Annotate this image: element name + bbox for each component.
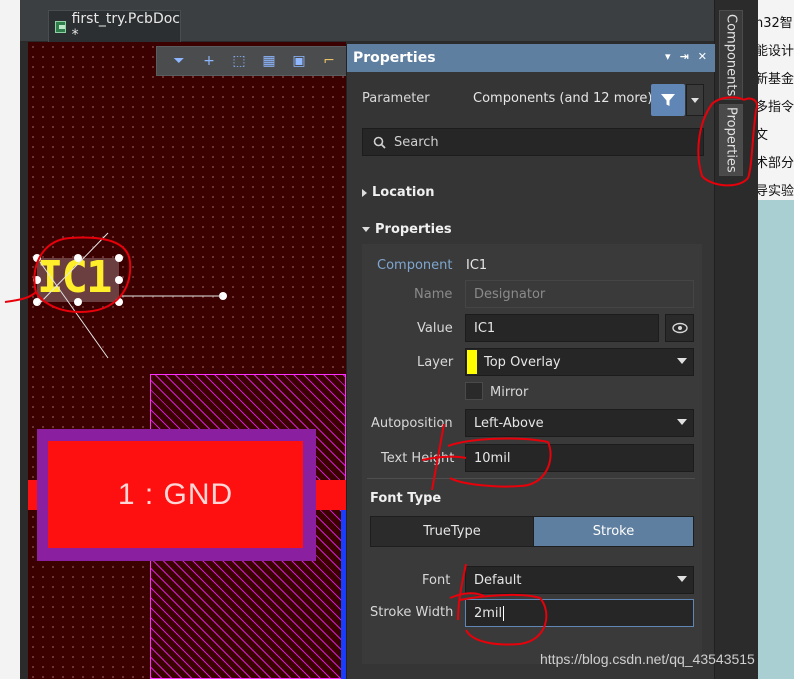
- background-text: n32智: [755, 16, 793, 31]
- text-height-field[interactable]: 10mil: [465, 444, 694, 472]
- document-tab-label: first_try.PcbDoc *: [71, 10, 180, 43]
- selection-handle[interactable]: [33, 276, 41, 284]
- search-input[interactable]: Search: [362, 128, 704, 156]
- component-icon[interactable]: ▣: [289, 51, 309, 71]
- properties-section-header[interactable]: Properties: [362, 222, 452, 237]
- component-label: Component: [377, 258, 453, 273]
- rotation-handle[interactable]: [219, 292, 227, 300]
- side-panel-tabs: Components Properties: [714, 0, 758, 679]
- layer-select[interactable]: Top Overlay: [465, 348, 694, 376]
- value-field[interactable]: IC1: [465, 314, 659, 342]
- background-text: 术部分: [755, 156, 794, 171]
- pad-label: 1 : GND: [117, 477, 234, 511]
- stroke-width-label: Stroke Width: [370, 605, 454, 620]
- expand-icon: [362, 188, 367, 197]
- pcb-document-icon: [55, 20, 66, 33]
- properties-header: Properties ▾ ⇥ ✕: [347, 44, 715, 72]
- autoposition-label: Autoposition: [371, 416, 453, 431]
- filter-dropdown-button[interactable]: [686, 84, 704, 116]
- font-type-stroke-button[interactable]: Stroke: [533, 516, 694, 547]
- canvas-toolbar: ⏷ + ⬚ ▦ ▣ ⌐: [156, 46, 356, 76]
- tab-properties-label: Properties: [723, 107, 739, 173]
- font-type-truetype-button[interactable]: TrueType: [370, 516, 534, 547]
- properties-panel: Properties ▾ ⇥ ✕ Parameter Components (a…: [346, 44, 715, 679]
- component-value: IC1: [466, 258, 488, 273]
- stroke-width-value: 2mil: [474, 605, 503, 621]
- watermark: https://blog.csdn.net/qq_43543515: [540, 651, 755, 667]
- add-icon[interactable]: +: [199, 51, 219, 71]
- selection-handle[interactable]: [74, 298, 82, 306]
- tab-components[interactable]: Components: [719, 10, 743, 100]
- route-icon[interactable]: ⌐: [319, 51, 339, 71]
- autoposition-select[interactable]: Left-Above: [465, 409, 694, 437]
- mirror-checkbox[interactable]: [465, 382, 483, 400]
- search-icon: [373, 136, 386, 149]
- chevron-down-icon: [677, 358, 687, 364]
- font-select-value: Default: [474, 572, 522, 588]
- divider: [367, 478, 695, 479]
- background-text: 导实验: [755, 184, 794, 199]
- selection-handle[interactable]: [33, 298, 41, 306]
- font-select[interactable]: Default: [465, 566, 694, 594]
- filter-button[interactable]: [651, 84, 685, 116]
- parameter-label: Parameter: [362, 91, 430, 106]
- chevron-down-icon: [677, 576, 687, 582]
- mirror-label: Mirror: [490, 385, 529, 400]
- filter-icon: [661, 94, 675, 106]
- selection-handle[interactable]: [115, 276, 123, 284]
- panel-pin-icon[interactable]: ⇥: [680, 50, 689, 63]
- parameter-value[interactable]: Components (and 12 more): [473, 91, 652, 106]
- eye-icon: [671, 322, 688, 334]
- layer-select-value: Top Overlay: [484, 354, 561, 370]
- select-rect-icon[interactable]: ⬚: [229, 51, 249, 71]
- chevron-down-icon: [677, 419, 687, 425]
- text-cursor: [503, 605, 505, 621]
- document-tab[interactable]: first_try.PcbDoc *: [48, 10, 181, 43]
- selection-handle[interactable]: [115, 298, 123, 306]
- background-text: 多指令: [755, 100, 794, 115]
- selection-handle[interactable]: [33, 254, 41, 262]
- panel-menu-icon[interactable]: ▾: [665, 50, 671, 63]
- text-height-value: 10mil: [474, 450, 511, 466]
- location-section-label: Location: [372, 185, 435, 200]
- font-type-stroke-label: Stroke: [592, 524, 635, 539]
- chart-icon[interactable]: ▦: [259, 51, 279, 71]
- tab-components-label: Components: [723, 13, 739, 97]
- tab-properties[interactable]: Properties: [719, 104, 743, 176]
- search-placeholder: Search: [394, 134, 439, 150]
- panel-title: Properties: [353, 50, 436, 66]
- selection-handle[interactable]: [74, 254, 82, 262]
- layer-label: Layer: [417, 355, 454, 370]
- background-text: 能设计: [755, 44, 794, 59]
- panel-close-icon[interactable]: ✕: [698, 50, 707, 63]
- left-window-edge: [0, 0, 20, 679]
- font-type-section-header: Font Type: [370, 491, 442, 506]
- selection-handle[interactable]: [115, 254, 123, 262]
- background-text: 新基金: [755, 72, 794, 87]
- collapse-icon: [362, 227, 370, 232]
- value-field-text: IC1: [474, 320, 496, 336]
- document-tabbar: first_try.PcbDoc *: [20, 0, 720, 43]
- visibility-toggle[interactable]: [665, 314, 694, 342]
- chevron-down-icon: [691, 98, 699, 103]
- stroke-width-field[interactable]: 2mil: [465, 599, 694, 627]
- layer-color-swatch: [467, 350, 477, 374]
- name-field[interactable]: Designator: [465, 280, 694, 308]
- text-height-label: Text Height: [381, 451, 455, 466]
- properties-section-label: Properties: [375, 222, 452, 237]
- font-type-truetype-label: TrueType: [423, 524, 481, 539]
- filter-icon[interactable]: ⏷: [169, 51, 189, 71]
- font-label: Font: [422, 573, 451, 588]
- location-section-header[interactable]: Location: [362, 185, 435, 200]
- value-label: Value: [417, 321, 453, 336]
- name-placeholder: Designator: [474, 286, 546, 302]
- name-label: Name: [414, 287, 453, 302]
- autoposition-select-value: Left-Above: [474, 415, 544, 431]
